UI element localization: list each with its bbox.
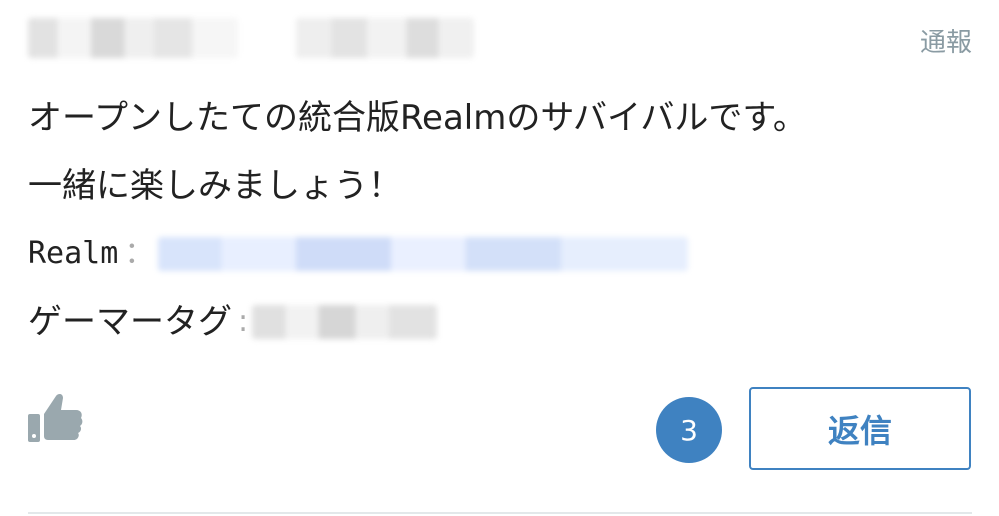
redacted-realm-link[interactable]: [158, 237, 689, 271]
post-line: 一緒に楽しみましょう！: [28, 166, 402, 206]
realm-separator: ：: [124, 236, 155, 271]
gamertag-line: ゲーマータグ :: [28, 288, 928, 356]
thumbs-up-icon: [28, 393, 83, 442]
realm-line: Realm ：: [28, 220, 928, 288]
realm-label: Realm: [28, 236, 119, 271]
divider: [28, 512, 972, 514]
post-body: オープンしたての統合版Realmのサバイバルです。 一緒に楽しみましょう！ Re…: [28, 84, 928, 356]
redacted-username: [28, 18, 238, 58]
like-button[interactable]: [26, 390, 84, 446]
reply-count-badge: 3: [656, 397, 722, 463]
reply-button[interactable]: 返信: [749, 387, 971, 470]
post-header: 通報: [28, 14, 972, 60]
gamertag-label: ゲーマータグ: [28, 302, 232, 342]
report-link[interactable]: 通報: [920, 22, 972, 59]
gamertag-separator: :: [238, 304, 249, 339]
redacted-timestamp: [296, 18, 474, 58]
post-line: オープンしたての統合版Realmのサバイバルです。: [28, 98, 807, 138]
redacted-gamertag: [252, 305, 438, 339]
